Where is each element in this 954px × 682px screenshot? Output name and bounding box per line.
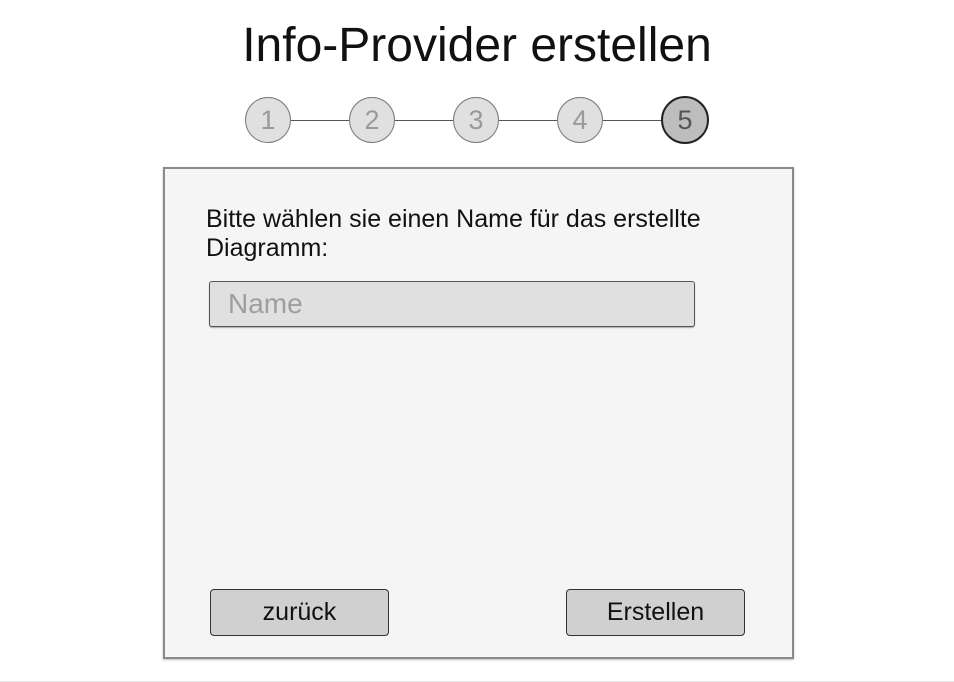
step-connector — [395, 120, 453, 121]
step-connector — [499, 120, 557, 121]
name-input[interactable] — [209, 281, 695, 327]
step-connector — [291, 120, 349, 121]
page-title: Info-Provider erstellen — [242, 19, 712, 72]
name-prompt: Bitte wählen sie einen Name für das erst… — [206, 205, 701, 262]
step-5[interactable]: 5 — [661, 96, 709, 144]
wizard-panel: Bitte wählen sie einen Name für das erst… — [163, 167, 794, 659]
create-button[interactable]: Erstellen — [566, 589, 745, 636]
step-connector — [603, 120, 661, 121]
progress-stepper: 1 2 3 4 5 — [245, 96, 710, 144]
step-3[interactable]: 3 — [453, 97, 499, 143]
step-2[interactable]: 2 — [349, 97, 395, 143]
step-1[interactable]: 1 — [245, 97, 291, 143]
back-button[interactable]: zurück — [210, 589, 389, 636]
step-4[interactable]: 4 — [557, 97, 603, 143]
